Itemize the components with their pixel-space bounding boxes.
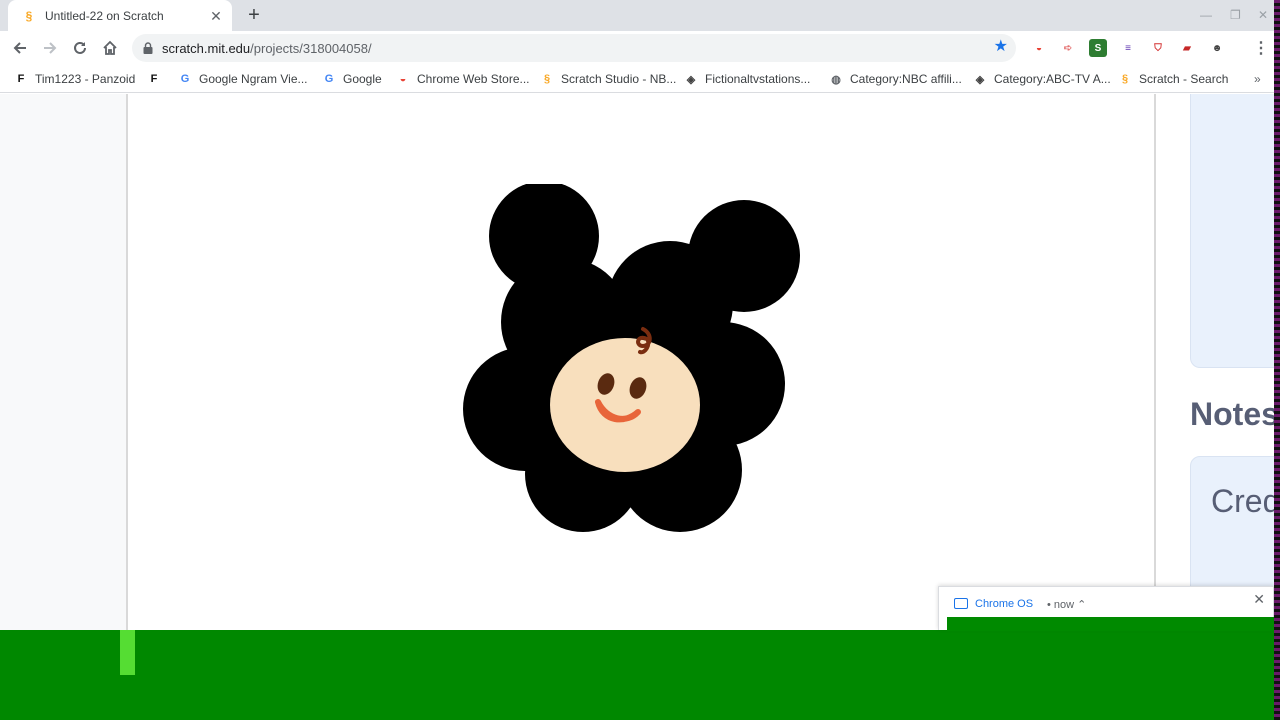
url-text: scratch.mit.edu/projects/318004058/ [162, 41, 372, 56]
scratch-icon: § [543, 73, 551, 85]
bookmark-label: Category:NBC affili... [850, 72, 962, 86]
bookmark-item[interactable]: ◈ Fictionaltvstations... [684, 70, 811, 88]
green-overlay-fragment [947, 617, 1275, 631]
tab-close-icon[interactable]: ✕ [208, 8, 224, 24]
extension-stack-icon[interactable]: ≡ [1119, 39, 1137, 57]
forward-button[interactable] [38, 36, 62, 60]
notes-heading: Notes [1190, 396, 1279, 432]
screen-edge-artifact [1274, 0, 1280, 720]
project-stage-sprite[interactable] [455, 184, 815, 554]
notification-close-icon[interactable]: ✕ [1253, 592, 1265, 606]
bookmark-item[interactable]: ◍ Category:NBC affili... [829, 70, 962, 88]
page-content: Notes Cred [0, 94, 1280, 636]
green-artifact [120, 630, 135, 675]
bookmark-label: Chrome Web Store... [417, 72, 530, 86]
notification-time-value: now [1053, 599, 1075, 611]
notification-time: • now ⌃ [1047, 599, 1087, 611]
left-gutter [0, 94, 126, 630]
bookmark-item[interactable]: G Google Ngram Vie... [178, 70, 308, 88]
fandom-icon: ◈ [975, 73, 985, 86]
bookmark-label: Google Ngram Vie... [199, 72, 308, 86]
screen: § Untitled-22 on Scratch ✕ + — ❐ ✕ scrat… [0, 0, 1280, 720]
project-info-pane: Notes Cred [1156, 94, 1280, 636]
url-host: scratch.mit.edu [162, 40, 251, 56]
bookmark-label: Category:ABC-TV A... [994, 72, 1111, 86]
bookmark-item[interactable]: ◒ Chrome Web Store... [396, 70, 530, 88]
new-tab-button[interactable]: + [244, 5, 264, 25]
bookmark-label: Tim1223 - Panzoid [35, 72, 136, 86]
bookmarks-overflow-icon[interactable]: » [1254, 72, 1261, 86]
home-button[interactable] [98, 36, 122, 60]
bookmark-star-icon[interactable]: ★ [994, 39, 1008, 55]
bookmark-item[interactable]: G Google [322, 70, 382, 88]
extension-arrow-icon[interactable]: ➪ [1059, 39, 1077, 57]
bookmark-label: Scratch Studio - NB... [561, 72, 677, 86]
forward-arrow-icon [44, 42, 57, 54]
reload-icon [74, 41, 86, 54]
browser-toolbar: scratch.mit.edu/projects/318004058/ ★ ◒ … [0, 31, 1280, 65]
home-icon [103, 40, 117, 55]
extension-pdf-icon[interactable]: ▰ [1178, 39, 1196, 57]
menu-kebab-icon[interactable]: ⋮ [1252, 39, 1270, 57]
url-path: /projects/318004058/ [250, 40, 372, 56]
green-overlay [0, 630, 1280, 720]
panzoid-icon: F [17, 73, 25, 85]
reload-button[interactable] [68, 36, 92, 60]
extension-raccoon-icon[interactable]: ☻ [1208, 39, 1226, 57]
google-icon: G [180, 73, 190, 85]
tab-active[interactable]: § Untitled-22 on Scratch ✕ [8, 0, 232, 31]
screen-cast-icon [954, 598, 968, 609]
chrome-web-store-icon: ◒ [399, 73, 407, 85]
tab-strip: § Untitled-22 on Scratch ✕ + — ❐ ✕ [0, 0, 1280, 31]
system-notification[interactable]: Chrome OS • now ⌃ ✕ [938, 586, 1275, 631]
instructions-box [1190, 94, 1280, 368]
bookmark-label: Fictionaltvstations... [705, 72, 811, 86]
bookmark-item[interactable]: § Scratch Studio - NB... [540, 70, 676, 88]
credits-text: Cred [1211, 483, 1280, 519]
bookmarks-bar: F Tim1223 - Panzoid F G Google Ngram Vie… [0, 65, 1280, 93]
panzoid-icon: F [150, 73, 158, 85]
bookmark-item[interactable]: § Scratch - Search [1118, 70, 1228, 88]
globe-icon: ◍ [831, 73, 841, 86]
bookmark-label: Scratch - Search [1139, 72, 1229, 86]
face [550, 338, 700, 472]
back-arrow-icon [13, 42, 26, 54]
restore-icon[interactable]: ❐ [1230, 9, 1241, 21]
extension-rainbow-icon[interactable]: ◒ [1030, 39, 1048, 57]
address-bar[interactable]: scratch.mit.edu/projects/318004058/ ★ [132, 34, 1016, 62]
scratch-icon: § [1121, 73, 1129, 85]
extension-shield-icon[interactable]: ⛉ [1149, 39, 1167, 57]
lock-icon[interactable] [142, 41, 154, 55]
google-icon: G [324, 73, 334, 85]
stage-border [126, 94, 128, 630]
bookmark-item[interactable]: F [147, 70, 168, 88]
fandom-icon: ◈ [686, 73, 696, 86]
bookmark-item[interactable]: F Tim1223 - Panzoid [14, 70, 136, 88]
close-window-icon[interactable]: ✕ [1258, 9, 1268, 21]
minimize-icon[interactable]: — [1200, 9, 1212, 21]
notification-source: Chrome OS [975, 598, 1034, 610]
expand-chevron-icon[interactable]: ⌃ [1077, 599, 1086, 611]
tab-title: Untitled-22 on Scratch [45, 8, 164, 23]
bookmark-label: Google [343, 72, 382, 86]
extension-s-icon[interactable]: S [1089, 39, 1107, 57]
scratch-favicon-icon: § [25, 8, 33, 23]
back-button[interactable] [8, 36, 32, 60]
bookmark-item[interactable]: ◈ Category:ABC-TV A... [973, 70, 1111, 88]
